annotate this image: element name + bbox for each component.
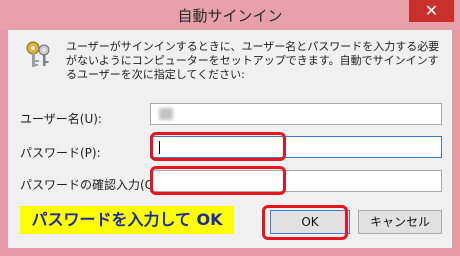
password-label: パスワード(P): xyxy=(20,146,101,160)
confirm-password-label: パスワードの確認入力(C): xyxy=(20,178,162,192)
description-text: ユーザーがサインインするときに、ユーザー名とパスワードを入力する必要がないように… xyxy=(66,40,440,81)
confirm-highlight-box xyxy=(150,166,286,195)
username-label: ユーザー名(U): xyxy=(20,112,102,126)
cancel-button[interactable]: キャンセル xyxy=(358,210,442,234)
auto-signin-dialog: 自動サインイン ✕ ユーザーがサインインするときに、ユーザー名とパスワードを入力… xyxy=(0,0,460,256)
username-value-blurred xyxy=(159,108,173,120)
title-bar: 自動サインイン ✕ xyxy=(0,0,460,30)
window-title: 自動サインイン xyxy=(177,7,283,25)
keys-icon xyxy=(26,41,50,67)
close-icon: ✕ xyxy=(424,1,439,20)
close-button[interactable]: ✕ xyxy=(409,0,454,22)
username-field[interactable] xyxy=(150,103,442,125)
dialog-body: ユーザーがサインインするときに、ユーザー名とパスワードを入力する必要がないように… xyxy=(8,30,452,248)
password-highlight-box xyxy=(150,132,286,161)
instruction-banner: パスワードを入力して OK xyxy=(20,206,234,234)
ok-highlight-box xyxy=(262,205,348,240)
